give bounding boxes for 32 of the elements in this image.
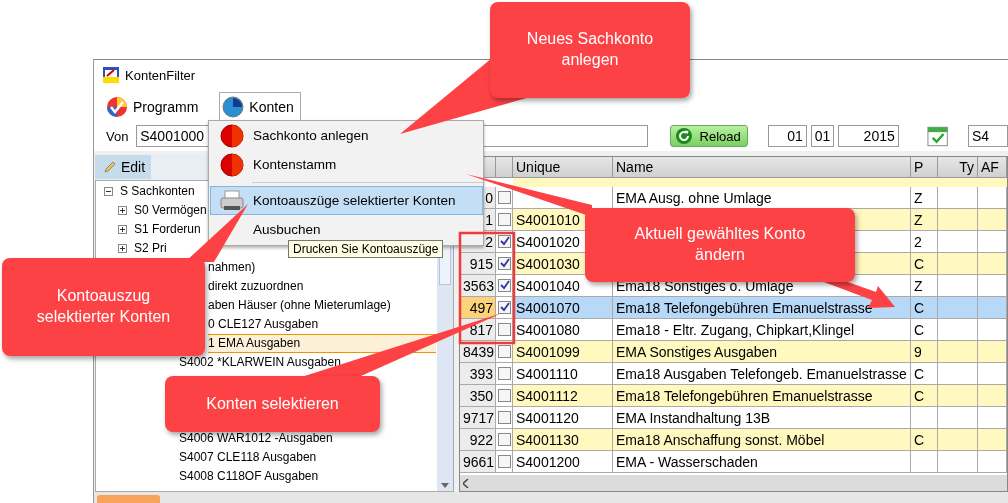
row-number: 393: [460, 363, 496, 385]
table-cell: C: [911, 297, 938, 319]
table-cell: EMA Sonstiges Ausgaben: [613, 341, 911, 363]
callout: Kontoauszug selektierter Konten: [2, 258, 205, 356]
row-number: 915: [460, 253, 496, 275]
table-cell: C: [911, 253, 938, 275]
row-number: 350: [460, 385, 496, 407]
table-cell: 9: [911, 341, 938, 363]
table-cell: C: [911, 385, 938, 407]
table-cell: S4001200: [513, 451, 613, 473]
table-cell: Z: [911, 209, 938, 231]
table-cell: S4001130: [513, 429, 613, 451]
row-number: 9717: [460, 407, 496, 429]
row-number: 497: [460, 297, 496, 319]
table-cell: Ema18 Telefongebühren Emanuelstrasse: [613, 385, 911, 407]
table-cell: EMA - Wasserschaden: [613, 451, 911, 473]
tooltip: Drucken Sie Kontoauszüge: [288, 240, 444, 258]
table-cell: Ema18 Telefongebühren Emanuelstrasse: [613, 297, 911, 319]
table-cell: S4001099: [513, 341, 613, 363]
table-cell: S4001112: [513, 385, 613, 407]
row-number: 3563: [460, 275, 496, 297]
callout: Aktuell gewähltes Konto ändern: [585, 208, 855, 282]
callout: Konten selektieren: [165, 376, 380, 432]
window-title: KontenFilter: [125, 67, 196, 83]
table-cell: Ema18 Anschaffung sonst. Möbel: [613, 429, 911, 451]
table-cell: C: [911, 429, 938, 451]
field-label: Von: [106, 128, 130, 144]
callout: Neues Sachkonto anlegen: [490, 2, 690, 98]
table-cell: S4001070: [513, 297, 613, 319]
row-number: 8439: [460, 341, 496, 363]
row-number: 922: [460, 429, 496, 451]
row-number: 9661: [460, 451, 496, 473]
